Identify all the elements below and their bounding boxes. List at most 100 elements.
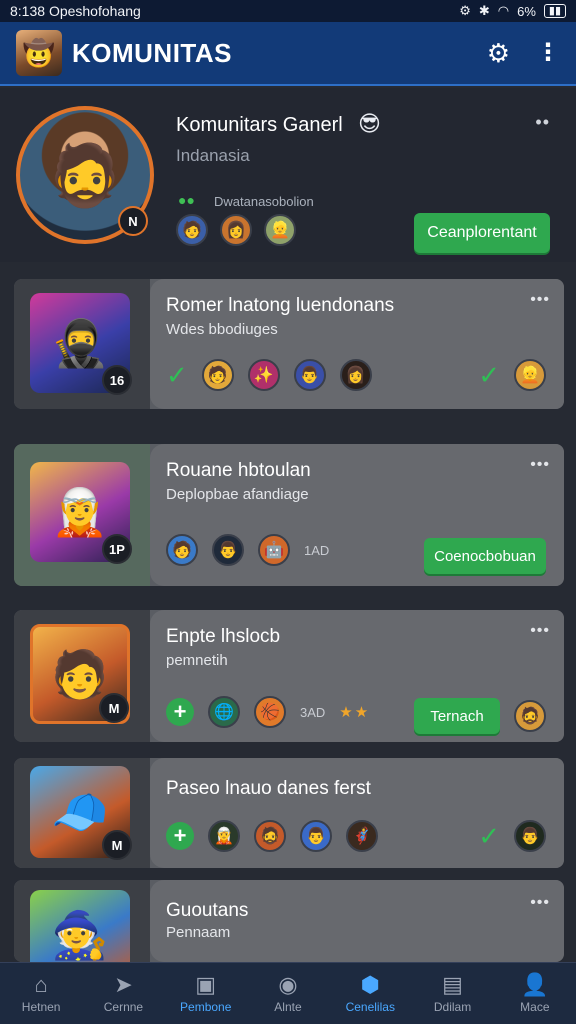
community-card[interactable]: 🧝 1P Rouane hbtoulan Deplopbae afandiage… [14,444,564,586]
stars-icon: ★★ [339,704,371,721]
app-bar: 🤠 KOMUNITAS ⚙ ⋮ [0,22,576,86]
nav-label: Cernne [103,999,144,1014]
card-more-icon[interactable]: ••• [530,894,550,912]
card-subtitle: Wdes bbodiuges [166,321,278,338]
circle-icon: ◉ [278,971,298,997]
wifi-icon: ◠ [497,3,510,18]
member-avatar[interactable]: 🦸 [346,820,378,852]
member-avatar[interactable]: 🧑 [176,214,208,246]
add-icon[interactable]: + [166,698,194,726]
card-end: ✓ 👱 [478,359,546,391]
profile-icon: 👤 [521,971,549,997]
nav-label: Pembone [180,999,232,1014]
card-level-badge: 1P [102,534,132,564]
card-more-icon[interactable]: ••• [530,622,550,640]
nav-item-communities[interactable]: ⬢ Cenelilas [329,973,411,1014]
card-row-text: 1AD [304,542,330,558]
member-avatar[interactable]: 👩 [220,214,252,246]
card-title: Paseo lnauo danes ferst [166,778,371,799]
card-thumb-area: 🧝 1P [14,444,150,586]
member-avatar[interactable]: 🤖 [258,534,290,566]
card-more-icon[interactable]: ••• [530,291,550,309]
member-avatar[interactable]: 🧑 [201,359,234,391]
card-title: Romer lnatong luendonans [166,295,395,316]
member-avatar[interactable]: 👨 [293,359,326,391]
nav-label: Ddilam [433,999,472,1014]
nav-item-folder[interactable]: ▤ Ddilam [412,971,494,1014]
community-avatar[interactable]: 🧔 N [16,106,154,244]
card-title: Guoutans [166,900,249,921]
member-avatar[interactable]: 👨 [514,820,546,852]
member-avatar[interactable]: 👩 [339,359,372,391]
member-avatar[interactable]: 👱 [264,214,296,246]
members-label: Dwatanasobolion [214,194,314,209]
card-end: Ternach 🧔 [414,698,546,734]
community-card[interactable]: 🧙 Guoutans Pennaam ••• [14,880,564,962]
settings-gear-icon[interactable]: ⚙ [487,40,510,66]
card-member-row: + 🧝 🧔 👨 🦸 [166,820,378,852]
member-avatar[interactable]: 👨 [212,534,244,566]
card-thumbnail: 🧑 M [30,624,130,724]
card-thumbnail: 🧢 M [30,766,132,860]
card-member-row: ✓ 🧑 ✨ 👨 👩 [166,359,372,391]
card-content: Guoutans Pennaam ••• [150,880,564,962]
app-actions: ⚙ ⋮ [487,40,560,66]
member-avatar[interactable]: 🧔 [514,700,546,732]
member-avatar[interactable]: 👱 [514,359,546,391]
bottom-nav: ⌂ Hetnen ➤ Cernne ▣ Pembone ◉ Alnte ⬢ Ce… [0,962,576,1024]
bluetooth-icon: ✱ [478,3,490,18]
nav-item-explore[interactable]: ➤ Cernne [82,973,164,1014]
nav-item-alerts[interactable]: ◉ Alnte [247,971,329,1014]
status-carrier: Opeshofohang [48,3,141,19]
check-icon[interactable]: ✓ [478,360,500,391]
community-card[interactable]: 🧢 M Paseo lnauo danes ferst + 🧝 🧔 👨 🦸 ✓ … [14,758,564,868]
card-action-button[interactable]: Coenocbobuan [424,538,546,574]
status-icons: ⚙ ✱ ◠ 6% ▮▮ [459,3,566,19]
member-avatar[interactable]: ✨ [247,359,280,391]
card-action-button[interactable]: Ternach [414,698,500,734]
nav-item-window[interactable]: ▣ Pembone [165,971,247,1014]
more-vert-icon[interactable]: ⋮ [536,41,560,65]
check-icon[interactable]: ✓ [166,360,188,391]
community-card[interactable]: 🥷 16 Romer lnatong luendonans Wdes bbodi… [14,279,564,409]
member-avatar[interactable]: 🌐 [208,696,240,728]
header-more-icon[interactable]: •• [535,112,550,133]
app-logo: 🤠 [16,30,62,76]
status-left: 8:138 Opeshofohang [10,3,141,19]
card-member-row: 🧑 👨 🤖 1AD [166,534,329,566]
home-icon: ⌂ [34,971,48,997]
status-bar: 8:138 Opeshofohang ⚙ ✱ ◠ 6% ▮▮ [0,0,576,22]
card-more-icon[interactable]: ••• [530,456,550,474]
battery-icon: ▮▮ [543,4,566,18]
folder-icon: ▤ [442,971,463,997]
card-content: Enpte lhslocb pemnetih ••• + 🌐 🏀 3AD ★★ … [150,610,564,742]
member-avatar[interactable]: 🧔 [254,820,286,852]
card-content: Rouane hbtoulan Deplopbae afandiage ••• … [150,444,564,586]
battery-percent: 6% [517,3,536,19]
avatar-level-badge: N [118,206,148,236]
card-subtitle: Pennaam [166,924,231,941]
community-subtitle: Indanasia [176,146,250,165]
nav-item-profile[interactable]: 👤 Mace [494,971,576,1014]
members-icon: ●● [178,192,195,208]
member-avatar[interactable]: 🏀 [254,696,286,728]
card-content: Paseo lnauo danes ferst + 🧝 🧔 👨 🦸 ✓ 👨 [150,758,564,868]
window-icon: ▣ [195,971,217,997]
check-icon[interactable]: ✓ [478,821,500,852]
header-action-button[interactable]: Ceanplorentant [414,213,550,253]
add-icon[interactable]: + [166,822,194,850]
member-avatar[interactable]: 👨 [300,820,332,852]
card-thumb-area: 🧙 [14,880,150,962]
community-card[interactable]: 🧑 M Enpte lhslocb pemnetih ••• + 🌐 🏀 3AD… [14,610,564,742]
status-time: 8:138 [10,3,46,19]
member-avatars: 🧑 👩 👱 [176,214,296,246]
nav-label: Cenelilas [345,999,395,1014]
card-level-badge: 16 [102,365,132,395]
member-avatar[interactable]: 🧑 [166,534,198,566]
nav-label: Mace [520,999,550,1014]
nav-item-home[interactable]: ⌂ Hetnen [0,971,82,1014]
community-title: Komunitars Ganerl [176,114,343,136]
nav-label: Alnte [274,999,302,1014]
nav-label: Hetnen [21,999,61,1014]
member-avatar[interactable]: 🧝 [208,820,240,852]
